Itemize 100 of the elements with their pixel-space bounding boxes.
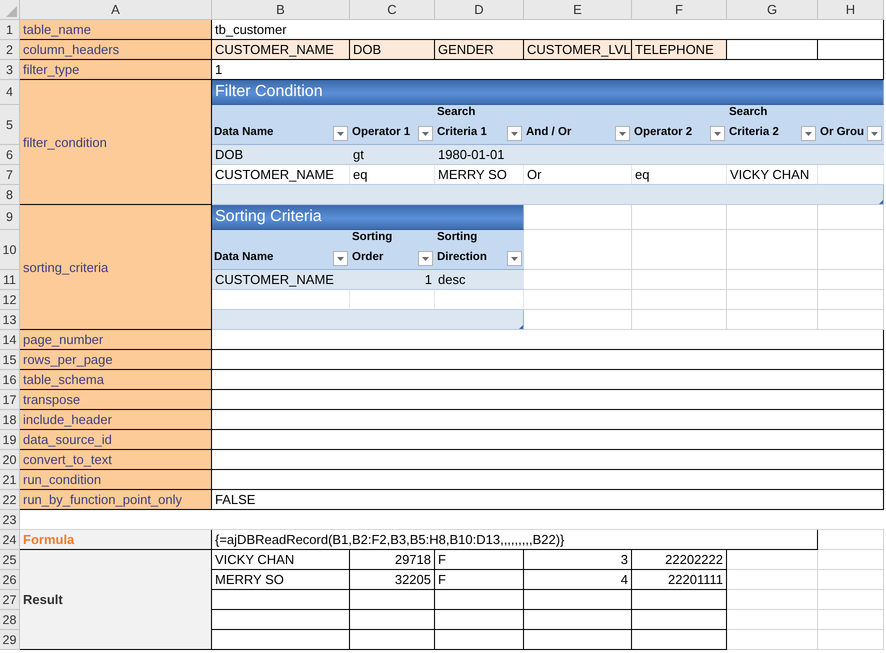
table-cell: desc (435, 270, 524, 290)
filter-dropdown-button[interactable] (418, 251, 433, 266)
column-name-cell: TELEPHONE (632, 40, 727, 60)
parameter-label: run_by_function_point_only (20, 490, 212, 510)
table-cell: F (435, 570, 524, 590)
column-heading: Search Criteria 2 (729, 105, 780, 140)
row-header[interactable]: 10 (0, 230, 20, 270)
row-header[interactable]: 19 (0, 430, 20, 450)
column-header[interactable]: A (20, 0, 212, 20)
formula-text: {=ajDBReadRecord(B1,B2:F2,B3,B5:H8,B10:D13,,,,,,,,,B22)} (212, 530, 818, 550)
row-header[interactable]: 11 (0, 270, 20, 290)
table-cell: VICKY CHAN (727, 165, 818, 185)
parameter-label: data_source_id (20, 430, 212, 450)
parameter-label: filter_type (20, 60, 212, 80)
row-header[interactable]: 9 (0, 205, 20, 230)
caret-icon (619, 132, 626, 136)
row-header[interactable]: 24 (0, 530, 20, 550)
caret-icon (511, 256, 518, 260)
row-header[interactable]: 12 (0, 290, 20, 310)
row-header[interactable]: 26 (0, 570, 20, 590)
column-header[interactable]: E (524, 0, 632, 20)
row-header[interactable]: 3 (0, 60, 20, 80)
table-cell: eq (350, 165, 435, 185)
table-cell: gt (350, 145, 435, 165)
row-header[interactable]: 6 (0, 145, 20, 165)
formula-label: Formula (20, 530, 212, 550)
table-cell: CUSTOMER_NAME (212, 270, 350, 290)
filter-dropdown-button[interactable] (507, 126, 522, 141)
filter-dropdown-button[interactable] (867, 126, 882, 141)
column-header[interactable]: H (818, 0, 884, 20)
column-heading: Operator 2 (634, 125, 692, 140)
column-header[interactable]: D (435, 0, 524, 20)
row-header[interactable]: 20 (0, 450, 20, 470)
column-heading: Data Name (214, 125, 274, 140)
resize-handle-icon[interactable] (519, 325, 523, 329)
row-header[interactable]: 14 (0, 330, 20, 350)
parameter-label: sorting_criteria (20, 205, 212, 330)
row-header[interactable]: 8 (0, 185, 20, 205)
row-header[interactable]: 15 (0, 350, 20, 370)
row-header[interactable]: 2 (0, 40, 20, 60)
parameter-label: run_condition (20, 470, 212, 490)
table-cell: 32205 (350, 570, 435, 590)
parameter-label: table_name (20, 20, 212, 40)
parameter-value: FALSE (212, 490, 884, 510)
caret-icon (337, 256, 344, 260)
caret-icon (805, 132, 812, 136)
filter-dropdown-button[interactable] (333, 126, 348, 141)
filter-dropdown-button[interactable] (710, 126, 725, 141)
column-name-cell: CUSTOMER_LVL (524, 40, 632, 60)
filter-dropdown-button[interactable] (418, 126, 433, 141)
column-header[interactable]: G (727, 0, 818, 20)
filter-dropdown-button[interactable] (333, 251, 348, 266)
row-header[interactable]: 29 (0, 630, 20, 650)
parameter-label: column_headers (20, 40, 212, 60)
row-header[interactable]: 1 (0, 20, 20, 40)
resize-handle-icon[interactable] (879, 200, 883, 204)
column-name-cell: GENDER (435, 40, 524, 60)
filter-dropdown-button[interactable] (507, 251, 522, 266)
column-heading: Data Name (214, 250, 274, 265)
table-cell: 22201111 (632, 570, 727, 590)
row-header[interactable]: 28 (0, 610, 20, 630)
row-header[interactable]: 22 (0, 490, 20, 510)
row-header[interactable]: 18 (0, 410, 20, 430)
row-header[interactable]: 13 (0, 310, 20, 330)
row-header[interactable]: 25 (0, 550, 20, 570)
filter-dropdown-button[interactable] (615, 126, 630, 141)
parameter-label: table_schema (20, 370, 212, 390)
row-header[interactable]: 16 (0, 370, 20, 390)
column-heading: Sorting Order (352, 230, 394, 265)
table-cell: MERRY SO (212, 570, 350, 590)
column-heading: Operator 1 (352, 125, 410, 140)
row-header[interactable]: 21 (0, 470, 20, 490)
row-header[interactable]: 5 (0, 105, 20, 145)
parameter-label: include_header (20, 410, 212, 430)
filter-dropdown-button[interactable] (801, 126, 816, 141)
row-header[interactable]: 4 (0, 80, 20, 105)
table-cell: 4 (524, 570, 632, 590)
table-cell: Or (524, 165, 632, 185)
table-cell: DOB (212, 145, 350, 165)
row-header[interactable]: 23 (0, 510, 20, 530)
column-name-cell: DOB (350, 40, 435, 60)
table-cell: 1 (350, 270, 435, 290)
table-cell: 29718 (350, 550, 435, 570)
row-header[interactable]: 7 (0, 165, 20, 185)
table-cell: MERRY SO (435, 165, 524, 185)
column-header[interactable]: B (212, 0, 350, 20)
table-title: Sorting Criteria (212, 205, 524, 230)
row-header[interactable]: 27 (0, 590, 20, 610)
column-header[interactable]: C (350, 0, 435, 20)
column-header[interactable]: F (632, 0, 727, 20)
caret-icon (871, 132, 878, 136)
parameter-label: transpose (20, 390, 212, 410)
caret-icon (422, 132, 429, 136)
column-heading: Sorting Direction (437, 230, 488, 265)
column-heading: Or Grou (820, 125, 864, 140)
caret-icon (337, 132, 344, 136)
column-heading: Search Criteria 1 (437, 105, 488, 140)
caret-icon (422, 256, 429, 260)
parameter-label: filter_condition (20, 80, 212, 205)
row-header[interactable]: 17 (0, 390, 20, 410)
